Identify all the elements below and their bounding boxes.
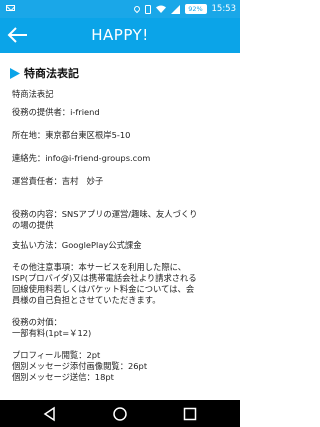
text-line: 連絡先：info@i-friend-groups.com <box>12 153 151 163</box>
app-bar: HAPPY! <box>0 18 240 53</box>
section-heading-text: 特商法表記 <box>24 67 79 80</box>
battery-icon: 92% <box>184 4 207 14</box>
text-line: 員様の自己負担とさせていただきます。 <box>12 295 161 305</box>
text-line: 特商法表記 <box>12 89 54 99</box>
recents-nav-icon[interactable] <box>182 406 198 422</box>
battery-level: 92% <box>188 5 203 13</box>
text-line: 運営責任者：吉村 妙子 <box>12 176 104 186</box>
text-line: 個別メッセージ送信：18pt <box>12 372 114 382</box>
text-line: その他注意事項：本サービスを利用した際に、 <box>12 262 186 272</box>
status-bar: 92% 15:53 <box>0 0 240 18</box>
text-line: 個別メッセージ添付画像閲覧：26pt <box>12 361 148 371</box>
text-line: プロフィール閲覧：2pt <box>12 350 101 360</box>
text-line: 支払い方法：GooglePlay公式課金 <box>12 240 142 250</box>
signal-icon <box>170 4 180 14</box>
section-heading: 特商法表記 <box>10 65 79 81</box>
text-line: ISP(プロバイダ)又は携帯電話会社より請求される <box>12 273 197 283</box>
text-line: 役務の内容：SNSアプリの運営/趣味、友人づくり <box>12 209 198 219</box>
home-nav-icon[interactable] <box>112 406 128 422</box>
triangle-bullet-icon <box>10 67 20 79</box>
status-icons: 92% 15:53 <box>132 3 237 15</box>
location-icon <box>132 4 141 14</box>
text-line: 一部有料(1pt=￥12) <box>12 328 92 338</box>
system-nav-bar <box>0 400 240 427</box>
text-line: 所在地：東京都台東区根岸5-10 <box>12 130 131 140</box>
text-line: 回線使用料若しくはパケット料金については、会 <box>12 284 195 294</box>
page-title: HAPPY! <box>91 26 149 44</box>
mail-notification-icon <box>6 5 15 11</box>
vibrate-icon <box>144 4 151 14</box>
text-line: 役務の提供者：i-friend <box>12 107 100 117</box>
clock: 15:53 <box>211 4 237 14</box>
legal-notice-content: 特商法表記 特商法表記 役務の提供者：i-friend 所在地：東京都台東区根岸… <box>0 53 240 400</box>
text-line: 役務の対価： <box>12 317 62 327</box>
wifi-icon <box>155 5 166 13</box>
text-line: の場の提供 <box>12 220 54 230</box>
back-nav-icon[interactable] <box>42 406 58 422</box>
